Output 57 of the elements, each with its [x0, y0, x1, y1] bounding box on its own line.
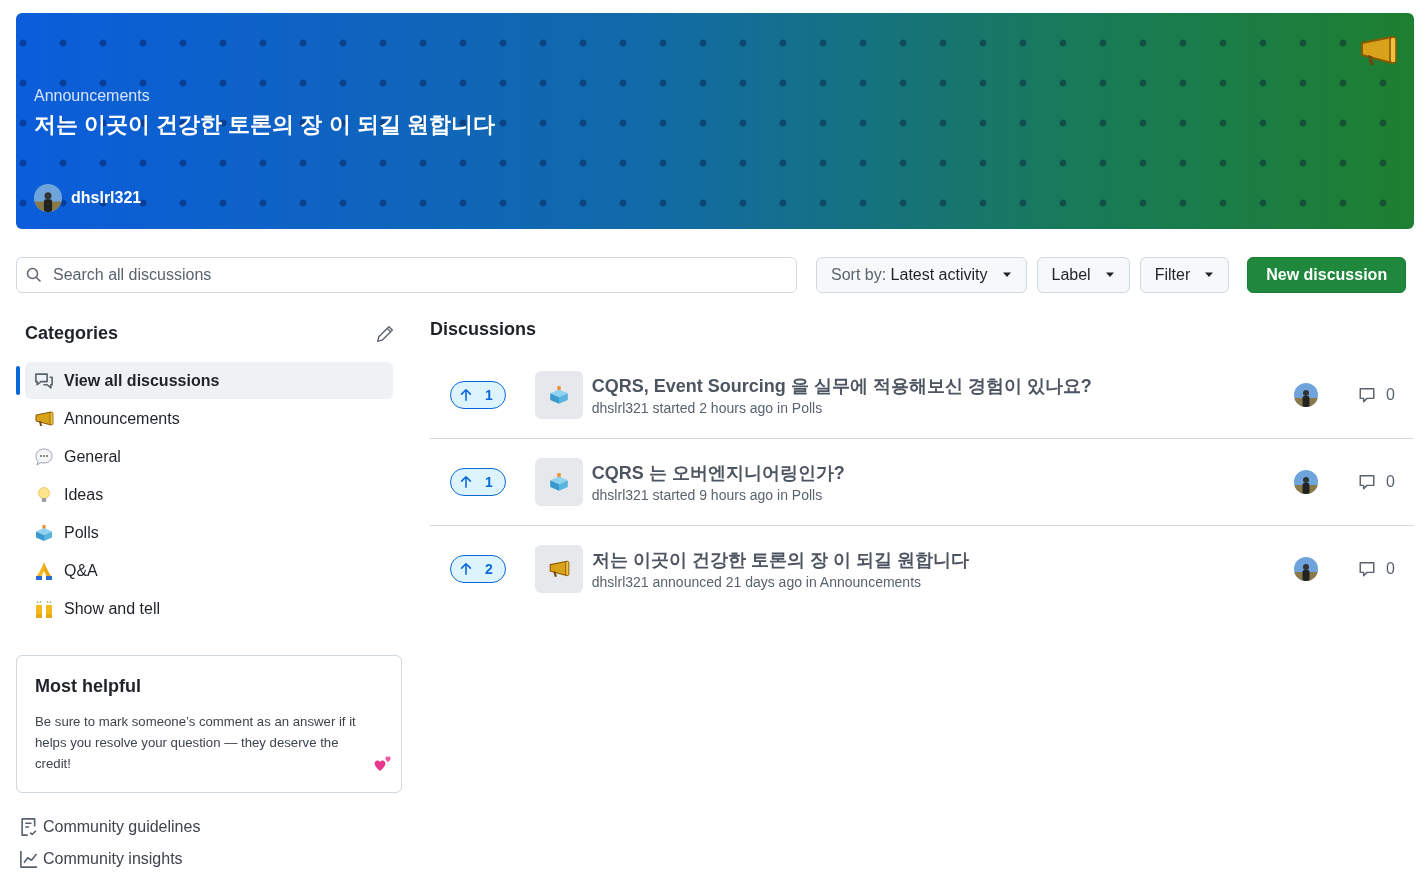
comment-icon	[1358, 473, 1376, 491]
ballot-box-icon	[547, 384, 570, 406]
upvote-button[interactable]: 2	[450, 555, 506, 583]
category-item[interactable]: Ideas	[25, 476, 393, 513]
ballot-box-icon	[34, 522, 54, 543]
arrow-up-icon	[459, 388, 473, 402]
avatar	[1294, 383, 1318, 407]
search-icon	[26, 267, 42, 283]
discussion-meta: dhslrl321 started 9 hours ago in Polls	[591, 487, 823, 503]
discussion-meta: dhslrl321 announced 21 days ago in Announcements	[591, 574, 922, 590]
caret-icon	[1001, 272, 1012, 278]
discussions-heading: Discussions	[430, 319, 538, 340]
category-item[interactable]: Polls	[25, 514, 393, 551]
ballot-box-icon	[547, 471, 570, 493]
label-dropdown[interactable]: Label	[1036, 257, 1130, 293]
arrow-up-icon	[459, 475, 473, 489]
categories-heading: Categories	[25, 323, 119, 344]
search-field[interactable]: Search all discussions	[16, 257, 797, 293]
sort-dropdown[interactable]: Sort by: Latest activity	[816, 257, 1027, 293]
caret-icon	[1204, 272, 1215, 278]
checklist-icon	[19, 817, 39, 837]
megaphone-icon	[547, 558, 570, 580]
banner-category: Announcements	[34, 87, 151, 105]
banner-title[interactable]: 저는 이곳이 건강한 토론의 장 이 되길 원합니다	[34, 110, 495, 140]
upvote-button[interactable]: 1	[450, 468, 506, 496]
caret-icon	[1104, 272, 1115, 278]
new-discussion-button[interactable]: New discussion	[1247, 257, 1407, 293]
arrow-up-icon	[459, 562, 473, 576]
megaphone-icon	[34, 408, 54, 429]
banner-author[interactable]: dhslrl321	[71, 189, 142, 207]
category-item[interactable]: General	[25, 438, 393, 475]
comment-icon	[1358, 560, 1376, 578]
comment-count: 0	[1386, 386, 1395, 404]
comment-count: 0	[1386, 560, 1395, 578]
discussion-meta: dhslrl321 started 2 hours ago in Polls	[591, 400, 823, 416]
avatar	[1294, 557, 1318, 581]
upvote-button[interactable]: 1	[450, 381, 506, 409]
avatar	[1294, 470, 1318, 494]
comment-icon	[1358, 386, 1376, 404]
comment-count: 0	[1386, 473, 1395, 491]
pencil-icon[interactable]	[376, 324, 394, 343]
category-item[interactable]: Announcements	[25, 400, 393, 437]
avatar	[34, 184, 62, 212]
category-item[interactable]: Q&A	[25, 552, 393, 589]
filter-dropdown[interactable]: Filter	[1139, 257, 1230, 293]
hearts-icon	[373, 754, 393, 772]
discussion-title[interactable]: CQRS, Event Sourcing 을 실무에 적용해보신 경험이 있나요?	[591, 374, 1092, 398]
card-text: Be sure to mark someone’s comment as an answer if it helps you resolve your question — they deserve the credit!	[35, 713, 357, 773]
discussion-title[interactable]: 저는 이곳이 건강한 토론의 장 이 되길 원합니다	[591, 548, 969, 572]
discussions-icon	[34, 370, 54, 391]
discussion-title[interactable]: CQRS 는 오버엔지니어링인가?	[591, 461, 845, 485]
speech-bubble-icon	[34, 446, 54, 467]
line-graph-icon	[19, 849, 39, 869]
community-link[interactable]: Community guidelines	[19, 817, 402, 837]
community-link[interactable]: Community insights	[19, 849, 402, 869]
category-item[interactable]: Show and tell	[25, 590, 393, 627]
card-title: Most helpful	[35, 676, 142, 697]
